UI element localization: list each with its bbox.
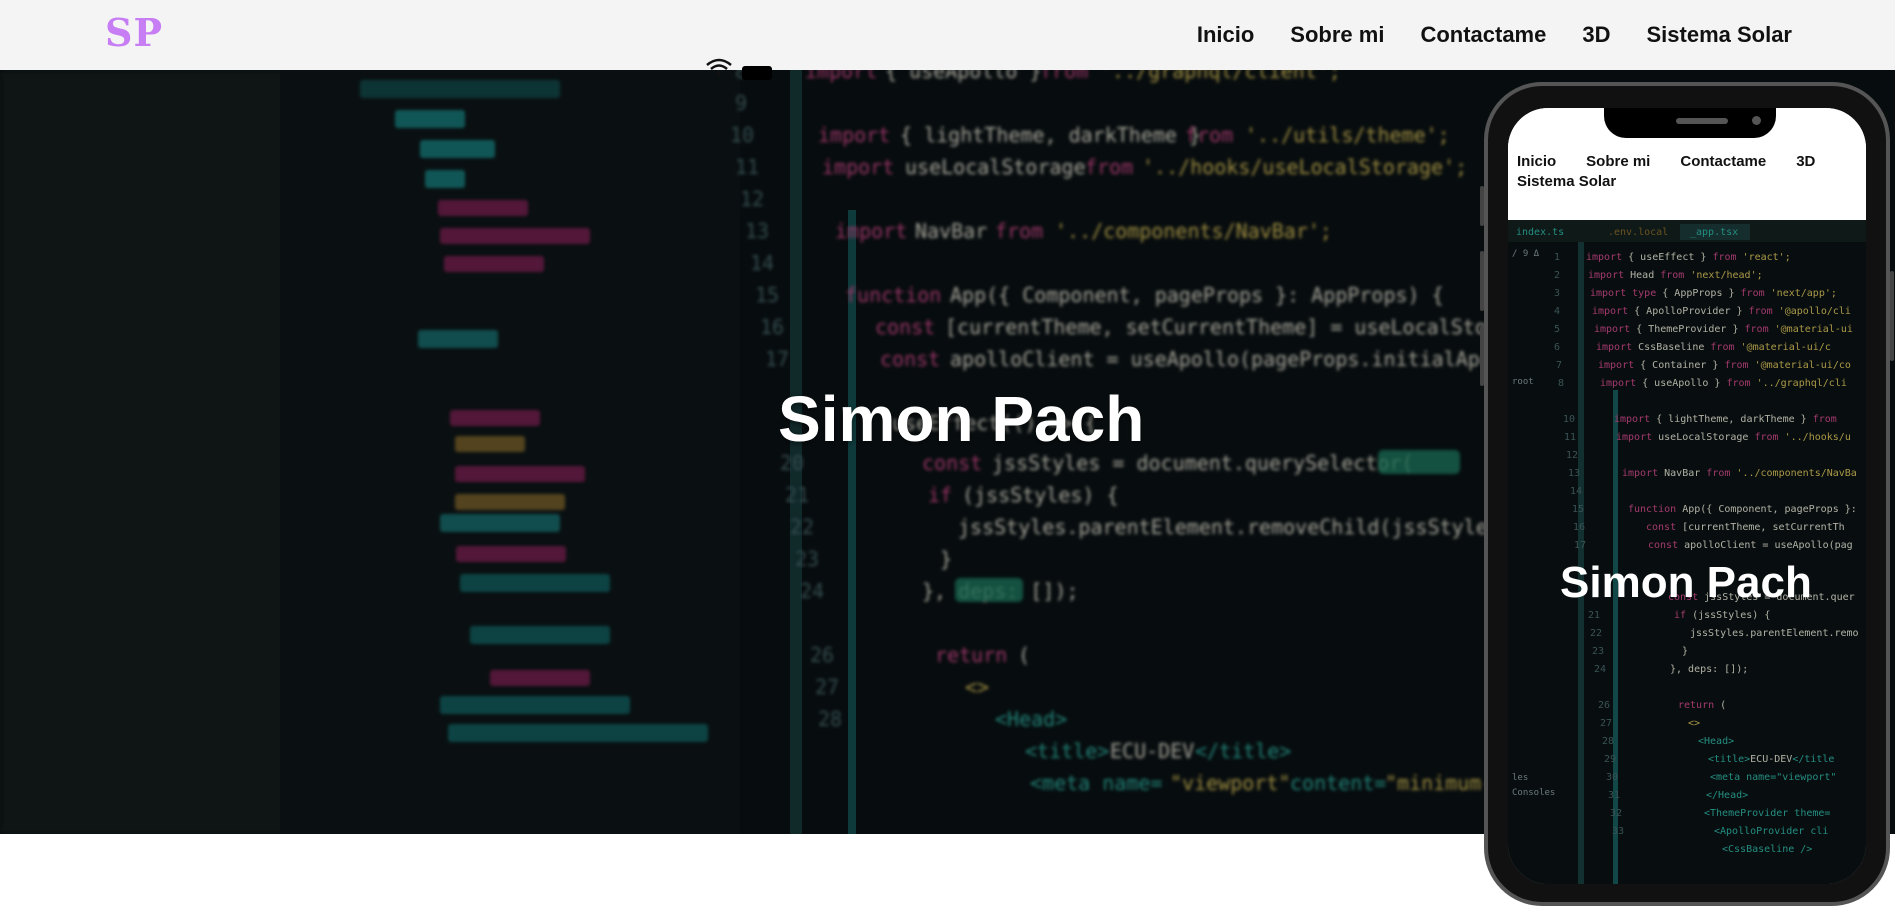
site-logo[interactable]: SP	[105, 10, 163, 55]
camera-icon	[742, 66, 772, 80]
mobile-hero-title: Simon Pach	[1560, 558, 1812, 607]
hero-title: Simon Pach	[778, 383, 1145, 455]
phone-side-button	[1480, 326, 1484, 386]
nav-link-sobre-mi[interactable]: Sobre mi	[1290, 22, 1384, 48]
phone-notch	[1604, 108, 1776, 138]
mobile-nav-link-sobre-mi[interactable]: Sobre mi	[1586, 152, 1650, 172]
phone-mockup: Inicio Sobre mi Contactame 3D Sistema Solar …	[1480, 82, 1894, 906]
speaker-icon	[1676, 118, 1728, 124]
nav-link-3d[interactable]: 3D	[1582, 22, 1610, 48]
phone-screen: Inicio Sobre mi Contactame 3D Sistema Solar …	[1508, 108, 1866, 884]
mobile-nav-link-sistema-solar[interactable]: Sistema Solar	[1517, 172, 1616, 192]
nav-link-sistema-solar[interactable]: Sistema Solar	[1646, 22, 1792, 48]
mobile-nav-link-inicio[interactable]: Inicio	[1517, 152, 1556, 172]
front-camera-icon	[1752, 116, 1761, 125]
nav-link-contactame[interactable]: Contactame	[1420, 22, 1546, 48]
main-nav: Inicio Sobre mi Contactame 3D Sistema So…	[1197, 22, 1792, 48]
mobile-nav-link-3d[interactable]: 3D	[1796, 152, 1815, 172]
phone-side-button	[1890, 271, 1894, 361]
site-header: SP Inicio Sobre mi Contactame 3D Sistema…	[0, 0, 1895, 70]
nav-link-inicio[interactable]: Inicio	[1197, 22, 1254, 48]
phone-side-button	[1480, 251, 1484, 311]
mobile-nav-link-contactame[interactable]: Contactame	[1680, 152, 1766, 172]
phone-side-button	[1480, 186, 1484, 226]
wifi-icon	[706, 58, 732, 76]
mobile-code-background-image: index.ts .env.local _app.tsx import { us…	[1508, 220, 1866, 884]
mobile-hero: index.ts .env.local _app.tsx import { us…	[1508, 220, 1866, 884]
mobile-nav: Inicio Sobre mi Contactame 3D Sistema Solar	[1517, 152, 1857, 192]
